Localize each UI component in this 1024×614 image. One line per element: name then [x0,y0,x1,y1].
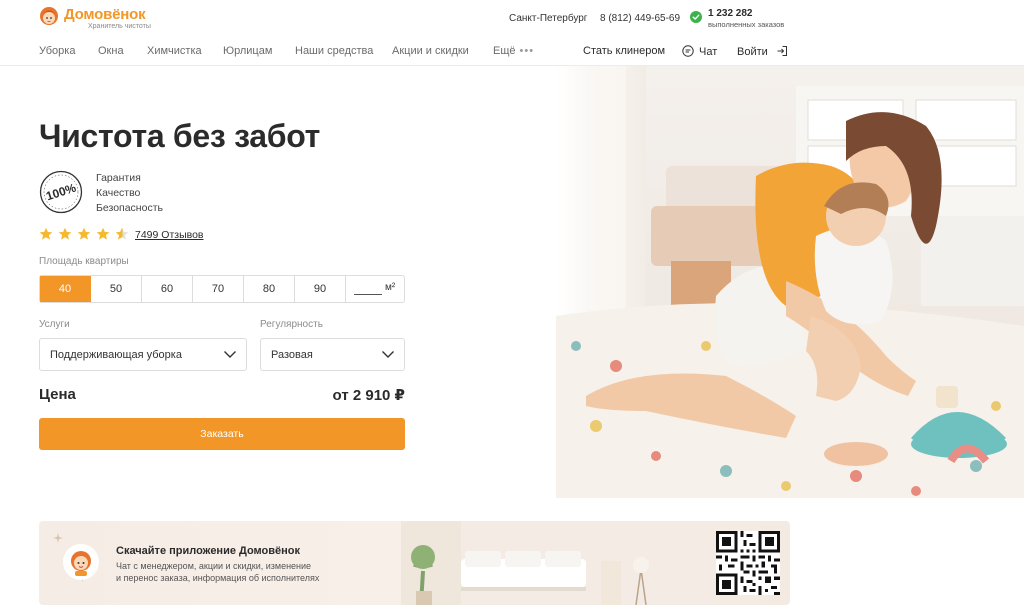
chevron-down-icon [382,351,394,358]
regularity-select-value: Разовая [271,349,313,361]
price-value: от 2 910 ₽ [332,387,405,404]
regularity-label: Регулярность [260,319,323,330]
services-label: Услуги [39,319,70,330]
chat-button[interactable]: Чат [682,45,717,58]
orders-label: выполненных заказов [708,20,785,29]
hero-photo [556,66,1024,498]
area-option-70[interactable]: 70 [193,276,244,302]
nav-item-windows[interactable]: Окна [98,45,124,57]
area-label: Площадь квартиры [39,256,129,267]
feature-guarantee: Гарантия [96,172,141,184]
qr-code-icon[interactable] [716,531,780,595]
area-option-60[interactable]: 60 [142,276,193,302]
chat-label: Чат [699,46,718,58]
logo-name: Домовёнок [64,6,146,23]
star-icon [39,227,53,240]
nav-item-business[interactable]: Юрлицам [223,45,272,57]
login-label: Войти [737,46,768,58]
domovenok-logo-icon [40,7,58,25]
chat-icon [682,45,694,57]
sparkle-icon [53,533,63,543]
top-bar: Домовёнок Хранитель чистоты Санкт-Петерб… [0,0,1024,34]
living-room-illustration [401,521,701,605]
area-option-50[interactable]: 50 [91,276,142,302]
area-option-80[interactable]: 80 [244,276,295,302]
app-download-banner[interactable]: Скачайте приложение Домовёнок Чат с мене… [39,521,790,605]
nav-item-promotions[interactable]: Акции и скидки [392,45,469,57]
domovenok-mascot-icon [71,551,91,576]
star-half-icon [115,227,129,240]
more-dots-icon: ••• [519,45,535,57]
services-select[interactable]: Поддерживающая уборка [39,338,247,371]
login-button[interactable]: Войти [737,45,788,58]
app-banner-title: Скачайте приложение Домовёнок [116,545,301,557]
city-selector[interactable]: Санкт-Петербург [509,13,587,24]
app-banner-desc-line2: и перенос заказа, информация об исполнит… [116,573,320,583]
orders-count: 1 232 282 [708,8,753,19]
nav-item-cleaning[interactable]: Уборка [39,45,75,57]
feature-quality: Качество [96,187,141,199]
page: Домовёнок Хранитель чистоты Санкт-Петерб… [0,0,1024,614]
hero-title: Чистота без забот [39,118,321,154]
phone-link[interactable]: 8 (812) 449-65-69 [600,13,680,24]
chevron-down-icon [224,351,236,358]
price-label: Цена [39,386,76,403]
nav-item-dry-cleaning[interactable]: Химчистка [147,45,202,57]
order-button[interactable]: Заказать [39,418,405,450]
star-icon [77,227,91,240]
logo-tagline: Хранитель чистоты [88,23,151,30]
guarantee-100-badge-icon: 100% [39,170,83,214]
area-option-90[interactable]: 90 [295,276,346,302]
services-select-value: Поддерживающая уборка [50,349,182,361]
nav-item-more[interactable]: Ещё ••• [493,45,534,57]
check-circle-icon [690,11,702,23]
area-selector: 40 50 60 70 80 90 м² [39,275,405,303]
area-custom-underline [354,294,382,295]
star-icon [96,227,110,240]
logo[interactable]: Домовёнок Хранитель чистоты [39,6,179,32]
reviews-link[interactable]: 7499 Отзывов [135,229,204,241]
rating-stars [39,227,131,241]
area-option-40[interactable]: 40 [40,276,91,302]
feature-safety: Безопасность [96,202,163,214]
main-nav: Уборка Окна Химчистка Юрлицам Наши средс… [0,38,1024,66]
app-banner-desc-line1: Чат с менеджером, акции и скидки, измене… [116,561,312,571]
become-cleaner-link[interactable]: Стать клинером [583,45,665,57]
nav-item-our-products[interactable]: Наши средства [295,45,373,57]
app-avatar [63,544,99,580]
star-icon [58,227,72,240]
login-icon [777,46,787,56]
area-unit: м² [385,282,396,293]
mother-and-child-illustration [556,66,1024,498]
regularity-select[interactable]: Разовая [260,338,405,371]
nav-more-label: Ещё [493,45,516,57]
area-custom-input[interactable]: м² [346,276,404,302]
